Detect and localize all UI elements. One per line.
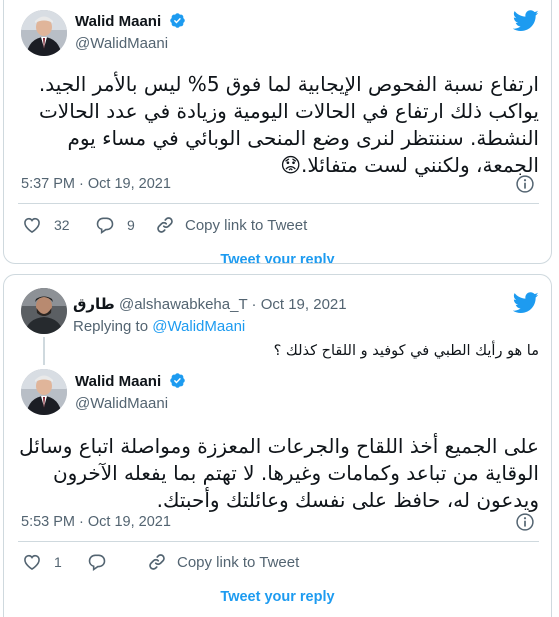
author-name[interactable]: Walid Maani <box>75 12 186 30</box>
like-button[interactable]: 1 <box>22 552 62 572</box>
reply-bubble-icon <box>96 217 114 235</box>
link-icon <box>157 217 173 233</box>
reply-author-handle[interactable]: @WalidMaani <box>75 395 168 412</box>
tweet-text-line: النشطة. سننتظر لنرى وضع المنحى الوبائي ف… <box>67 126 539 150</box>
author-avatar[interactable] <box>21 10 67 56</box>
replying-to-handle[interactable]: @WalidMaani <box>152 318 245 335</box>
twitter-bird-icon[interactable] <box>513 10 539 32</box>
copy-link-button[interactable]: Copy link to Tweet <box>147 552 299 572</box>
tweet-text: ارتفاع نسبة الفحوص الإيجابية لما فوق 5% … <box>18 71 539 179</box>
tweet-text-line: ارتفاع نسبة الفحوص الإيجابية لما فوق 5% … <box>38 72 539 96</box>
tweet-timestamp[interactable]: 5:37 PM · Oct 19, 2021 <box>21 176 171 192</box>
avatar-photo-icon <box>21 10 67 56</box>
parent-author-handle[interactable]: @alshawabkeha_T <box>119 296 247 313</box>
parent-tweet-text: ما هو رأيك الطبي في كوفيد و اللقاح كذلك … <box>273 343 539 359</box>
like-button[interactable]: 32 <box>22 215 70 235</box>
reply-tweet-text: على الجميع أخذ اللقاح والجرعات المعززة و… <box>18 433 539 514</box>
parent-tweet-header: طارق @alshawabkeha_T · Oct 19, 2021 <box>73 295 347 313</box>
tweet-your-reply-button[interactable]: Tweet your reply <box>4 252 551 263</box>
tweet-your-reply-button[interactable]: Tweet your reply <box>4 589 551 605</box>
divider <box>18 203 539 204</box>
reply-author-name[interactable]: Walid Maani <box>75 372 186 390</box>
reply-bubble-icon <box>88 554 106 572</box>
verified-badge-icon <box>170 373 186 388</box>
like-count: 1 <box>54 554 62 570</box>
heart-icon <box>24 217 40 234</box>
tweet-text-line: الجمعة، ولكنني لست متفائلا.😟 <box>280 153 539 177</box>
header-separator: · <box>251 296 257 313</box>
avatar-photo-icon <box>21 288 67 334</box>
tweet-card-2: طارق @alshawabkeha_T · Oct 19, 2021 Repl… <box>3 274 552 617</box>
divider <box>18 541 539 542</box>
info-icon[interactable] <box>515 512 535 532</box>
reply-author-avatar[interactable] <box>21 369 67 415</box>
link-icon <box>149 554 165 570</box>
copy-link-label: Copy link to Tweet <box>185 216 308 234</box>
replying-to-line: Replying to @WalidMaani <box>73 318 245 335</box>
author-handle[interactable]: @WalidMaani <box>75 35 168 52</box>
reply-button[interactable]: 9 <box>95 215 135 235</box>
info-icon[interactable] <box>515 174 535 194</box>
reply-tweet-timestamp[interactable]: 5:53 PM · Oct 19, 2021 <box>21 514 171 530</box>
tweet-text-line: على الجميع أخذ اللقاح والجرعات المعززة و… <box>19 434 539 458</box>
like-count: 32 <box>54 217 70 233</box>
twitter-bird-icon[interactable] <box>513 292 539 314</box>
copy-link-button[interactable]: Copy link to Tweet <box>155 215 307 235</box>
tweet-card-1: Walid Maani @WalidMaani ارتفاع نسبة الفح… <box>3 0 552 264</box>
replying-to-prefix: Replying to <box>73 318 149 335</box>
tweet-text-line: ويدعون له، حافظ على نفسك وعائلتك وأحبتك. <box>156 488 539 512</box>
copy-link-label: Copy link to Tweet <box>177 553 300 571</box>
verified-badge-icon <box>170 13 186 28</box>
reply-author-name-text: Walid Maani <box>75 373 162 390</box>
heart-icon <box>24 554 40 571</box>
thread-connector-line <box>43 337 45 365</box>
avatar-photo-icon <box>21 369 67 415</box>
parent-author-avatar[interactable] <box>21 288 67 334</box>
parent-tweet-date[interactable]: Oct 19, 2021 <box>261 296 347 313</box>
author-name-text: Walid Maani <box>75 13 162 30</box>
tweet-text-line: يواكب ذلك ارتفاع في الحالات اليومية وزيا… <box>38 99 539 123</box>
parent-author-name[interactable]: طارق <box>73 296 115 313</box>
reply-button[interactable] <box>87 552 115 572</box>
reply-count: 9 <box>127 217 135 233</box>
tweet-text-line: الوقاية من تباعد وكمامات وغيرها. لا تهتم… <box>52 461 539 485</box>
